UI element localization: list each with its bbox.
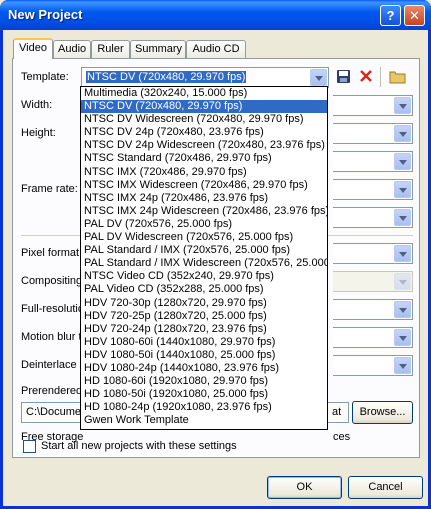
template-selected-value: NTSC DV (720x480, 29.970 fps) bbox=[86, 71, 247, 83]
delete-icon[interactable] bbox=[359, 69, 373, 83]
template-dropdown-list[interactable]: Multimedia (320x240, 15.000 fps) NTSC DV … bbox=[80, 86, 328, 430]
tab-ruler[interactable]: Ruler bbox=[91, 40, 130, 58]
dropdown-option[interactable]: Multimedia (320x240, 15.000 fps) bbox=[81, 87, 327, 100]
tab-video[interactable]: Video bbox=[13, 38, 53, 59]
dropdown-option[interactable]: NTSC DV 24p Widescreen (720x480, 23.976 … bbox=[81, 139, 327, 152]
height-label: Height: bbox=[21, 127, 56, 139]
window-title: New Project bbox=[8, 7, 83, 22]
width-field[interactable] bbox=[333, 95, 413, 116]
new-project-dialog: New Project ? ✕ Video Audio Ruler Summar… bbox=[0, 0, 431, 509]
height-field[interactable] bbox=[333, 123, 413, 144]
ok-button[interactable]: OK bbox=[267, 476, 342, 499]
chevron-down-icon[interactable] bbox=[394, 357, 411, 374]
dropdown-option[interactable]: NTSC DV 24p (720x480, 23.976 fps) bbox=[81, 126, 327, 139]
chevron-down-icon[interactable] bbox=[394, 273, 411, 290]
dropdown-option[interactable]: NTSC DV (720x480, 29.970 fps) bbox=[81, 100, 327, 114]
folder-icon[interactable] bbox=[389, 69, 406, 84]
save-icon[interactable] bbox=[336, 69, 351, 84]
tab-summary[interactable]: Summary bbox=[130, 40, 186, 58]
cancel-button[interactable]: Cancel bbox=[348, 476, 423, 499]
dropdown-option[interactable]: NTSC DV Widescreen (720x480, 29.970 fps) bbox=[81, 113, 327, 126]
dropdown-option[interactable]: HDV 720-25p (1280x720, 25.000 fps) bbox=[81, 310, 327, 323]
dropdown-option[interactable]: HD 1080-60i (1920x1080, 29.970 fps) bbox=[81, 375, 327, 388]
dropdown-option[interactable]: PAL Standard / IMX (720x576, 25.000 fps) bbox=[81, 244, 327, 257]
pixel-format-label: Pixel format: bbox=[21, 247, 83, 259]
deinterlace-dropdown[interactable] bbox=[333, 355, 413, 376]
chevron-down-icon[interactable] bbox=[394, 245, 411, 262]
dropdown-option[interactable]: PAL Standard / IMX Widescreen (720x576, … bbox=[81, 257, 327, 270]
motion-blur-label: Motion blur t bbox=[21, 331, 82, 343]
deinterlace-label: Deinterlace n bbox=[21, 359, 86, 371]
chevron-down-icon[interactable] bbox=[394, 329, 411, 346]
dropdown-option[interactable]: NTSC IMX 24p (720x486, 23.976 fps) bbox=[81, 192, 327, 205]
template-dropdown[interactable]: NTSC DV (720x480, 29.970 fps) bbox=[81, 67, 329, 88]
compositing-label: Compositing bbox=[21, 275, 83, 287]
full-resolution-dropdown[interactable] bbox=[333, 299, 413, 320]
free-storage-tail: ces bbox=[333, 431, 351, 443]
dropdown-option[interactable]: NTSC Video CD (352x240, 29.970 fps) bbox=[81, 270, 327, 283]
aspect-ratio-dropdown[interactable] bbox=[333, 179, 413, 200]
dropdown-option[interactable]: HD 1080-24p (1920x1080, 23.976 fps) bbox=[81, 401, 327, 414]
width-label: Width: bbox=[21, 99, 53, 111]
field-type-dropdown[interactable] bbox=[333, 151, 413, 172]
prerendered-folder-value: C:\Documen bbox=[26, 406, 88, 418]
chevron-down-icon[interactable] bbox=[394, 97, 411, 114]
motion-blur-dropdown[interactable] bbox=[333, 327, 413, 348]
dropdown-option[interactable]: PAL DV Widescreen (720x576, 25.000 fps) bbox=[81, 231, 327, 244]
chevron-down-icon[interactable] bbox=[394, 301, 411, 318]
frame-rate-label: Frame rate: bbox=[21, 183, 78, 195]
tab-audio[interactable]: Audio bbox=[53, 40, 91, 58]
start-all-projects-checkbox[interactable] bbox=[23, 440, 36, 453]
full-resolution-label: Full-resolutio bbox=[21, 303, 84, 315]
template-label: Template: bbox=[21, 71, 69, 83]
help-button[interactable]: ? bbox=[380, 5, 401, 26]
close-button[interactable]: ✕ bbox=[404, 5, 425, 26]
prerendered-folder-tail: at bbox=[332, 406, 342, 418]
dropdown-option[interactable]: Gwen Work Template bbox=[81, 414, 327, 427]
title-bar[interactable]: New Project ? ✕ bbox=[0, 0, 431, 30]
dropdown-option[interactable]: NTSC IMX 24p Widescreen (720x486, 23.976… bbox=[81, 205, 327, 218]
dropdown-option[interactable]: NTSC IMX (720x486, 29.970 fps) bbox=[81, 166, 327, 179]
dropdown-option[interactable]: HDV 1080-60i (1440x1080, 29.970 fps) bbox=[81, 336, 327, 349]
dropdown-option[interactable]: NTSC Standard (720x486, 29.970 fps) bbox=[81, 152, 327, 165]
dropdown-option[interactable]: PAL DV (720x576, 25.000 fps) bbox=[81, 218, 327, 231]
chevron-down-icon[interactable] bbox=[394, 153, 411, 170]
start-all-projects-label: Start all new projects with these settin… bbox=[41, 440, 237, 452]
chevron-down-icon[interactable] bbox=[310, 69, 327, 86]
pixel-format-dropdown[interactable] bbox=[333, 243, 413, 264]
tab-audio-cd[interactable]: Audio CD bbox=[186, 40, 246, 58]
dropdown-option[interactable]: PAL Video CD (352x288, 25.000 fps) bbox=[81, 283, 327, 296]
dropdown-option[interactable]: NTSC IMX Widescreen (720x486, 29.970 fps… bbox=[81, 179, 327, 192]
chevron-down-icon[interactable] bbox=[394, 209, 411, 226]
dropdown-option[interactable]: HDV 1080-50i (1440x1080, 25.000 fps) bbox=[81, 349, 327, 362]
chevron-down-icon[interactable] bbox=[394, 181, 411, 198]
frame-rate-dropdown[interactable] bbox=[333, 207, 413, 228]
chevron-down-icon[interactable] bbox=[394, 125, 411, 142]
compositing-gamma-dropdown[interactable] bbox=[333, 271, 413, 292]
dropdown-option[interactable]: HDV 720-30p (1280x720, 29.970 fps) bbox=[81, 297, 327, 310]
browse-button[interactable]: Browse... bbox=[352, 401, 413, 424]
dropdown-option[interactable]: HDV 1080-24p (1440x1080, 23.976 fps) bbox=[81, 362, 327, 375]
toolbar-separator bbox=[380, 67, 381, 87]
prerendered-label: Prerendered bbox=[21, 385, 83, 397]
dropdown-option[interactable]: HDV 720-24p (1280x720, 23.976 fps) bbox=[81, 323, 327, 336]
dropdown-option[interactable]: HD 1080-50i (1920x1080, 25.000 fps) bbox=[81, 388, 327, 401]
